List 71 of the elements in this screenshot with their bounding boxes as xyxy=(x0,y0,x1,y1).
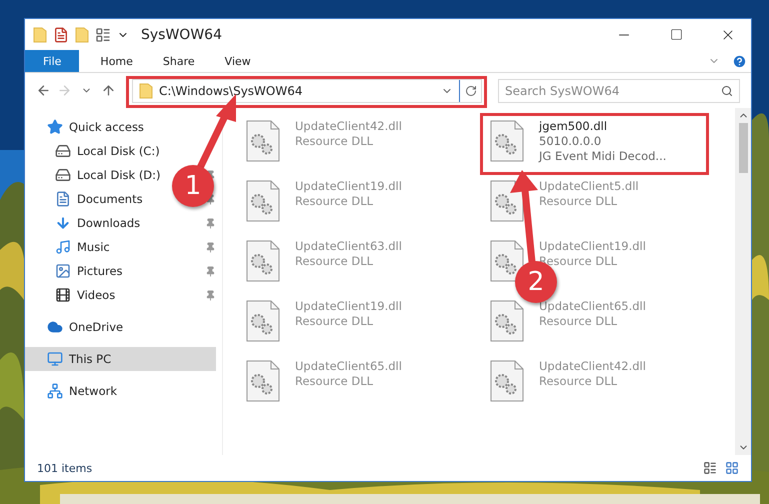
file-description: Resource DLL xyxy=(295,194,374,209)
search-box[interactable]: Search SysWOW64 xyxy=(498,78,740,102)
nav-item[interactable]: Local Disk (D:) xyxy=(25,163,167,187)
address-input[interactable]: C:\Windows\SysWOW64 xyxy=(159,84,435,98)
file-description: Resource DLL xyxy=(295,314,374,329)
address-bar[interactable]: C:\Windows\SysWOW64 xyxy=(132,78,482,102)
document-icon xyxy=(55,191,71,207)
pin-icon[interactable] xyxy=(205,266,216,276)
details-view-icon[interactable] xyxy=(703,461,717,475)
file-description: Resource DLL xyxy=(539,194,618,209)
nav-item[interactable]: Quick access xyxy=(25,115,150,139)
image-icon xyxy=(55,263,71,279)
item-count: 101 items xyxy=(37,462,94,474)
nav-item[interactable]: Local Disk (C:) xyxy=(25,139,166,163)
nav-item[interactable]: OneDrive xyxy=(25,315,130,339)
file-description: Resource DLL xyxy=(295,134,374,149)
up-button[interactable] xyxy=(101,83,116,98)
file-gears-icon[interactable] xyxy=(245,179,281,223)
file-description: JG Event Midi Decod... xyxy=(539,149,666,164)
folder-icon xyxy=(33,26,47,42)
refresh-icon[interactable] xyxy=(464,84,476,96)
file-description: Resource DLL xyxy=(539,254,618,269)
pin-icon[interactable] xyxy=(205,218,216,228)
file-gears-icon[interactable] xyxy=(489,299,525,343)
nav-item[interactable]: Music xyxy=(25,235,116,259)
layout-icon[interactable] xyxy=(95,26,111,42)
maximize-icon[interactable] xyxy=(670,28,682,41)
cloud-icon xyxy=(47,319,63,335)
window-title: SysWOW64 xyxy=(141,26,223,42)
tiles-view-icon[interactable] xyxy=(725,461,739,475)
back-button[interactable] xyxy=(36,83,51,98)
file-gears-icon[interactable] xyxy=(245,359,281,403)
file-description: Resource DLL xyxy=(539,314,618,329)
nav-item[interactable]: Documents xyxy=(25,187,149,211)
nav-item[interactable]: Pictures xyxy=(25,259,129,283)
drive-icon xyxy=(55,167,71,183)
file-description: Resource DLL xyxy=(295,254,374,269)
file-gears-icon[interactable] xyxy=(245,299,281,343)
scroll-thumb[interactable] xyxy=(738,123,748,173)
file-description: Resource DLL xyxy=(539,374,618,389)
nav-item[interactable]: This PC xyxy=(25,347,216,371)
file-gears-icon[interactable] xyxy=(489,179,525,223)
music-note-icon xyxy=(55,239,71,255)
pin-icon[interactable] xyxy=(205,290,216,300)
file-description: Resource DLL xyxy=(295,374,374,389)
ribbon-tab[interactable]: View xyxy=(210,50,266,72)
file-gears-icon[interactable] xyxy=(245,119,281,163)
nav-item[interactable]: Network xyxy=(25,379,124,403)
file-gears-icon[interactable] xyxy=(489,239,525,283)
star-icon xyxy=(47,119,63,135)
properties-icon[interactable] xyxy=(53,26,69,42)
file-gears-icon[interactable] xyxy=(489,119,525,163)
ribbon-tab[interactable]: Home xyxy=(85,50,148,72)
drive-icon xyxy=(55,143,71,159)
computer-icon xyxy=(47,351,63,367)
ribbon-tab[interactable]: Share xyxy=(148,50,210,72)
network-icon xyxy=(47,383,63,399)
nav-item[interactable]: Videos xyxy=(25,283,122,307)
folder-icon xyxy=(75,26,89,42)
folder-icon xyxy=(139,82,153,98)
film-icon xyxy=(55,287,71,303)
file-name[interactable]: jgem500.dll xyxy=(539,119,666,134)
file-gears-icon[interactable] xyxy=(489,359,525,403)
nav-item[interactable]: Downloads xyxy=(25,211,146,235)
file-menu-button[interactable]: File xyxy=(25,50,80,72)
file-version: 5010.0.0.0 xyxy=(539,134,602,149)
pin-icon[interactable] xyxy=(205,242,216,252)
scrollbar[interactable] xyxy=(735,108,751,455)
search-icon xyxy=(721,84,733,96)
help-icon[interactable] xyxy=(732,54,747,68)
file-gears-icon[interactable] xyxy=(245,239,281,283)
